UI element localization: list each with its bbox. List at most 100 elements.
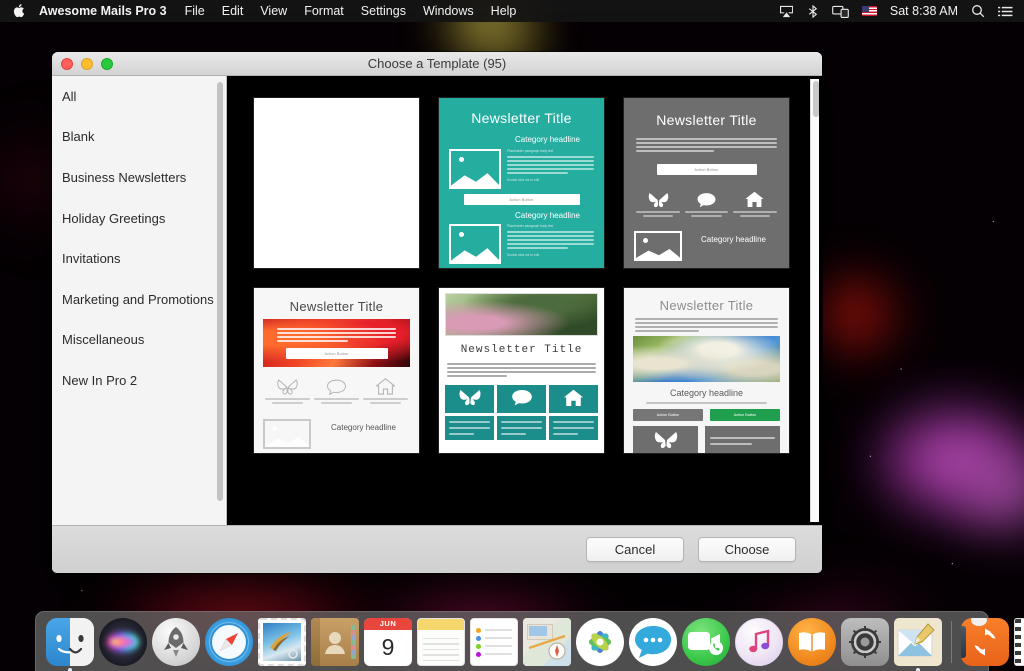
sidebar-item-holiday-greetings[interactable]: Holiday Greetings (52, 198, 226, 239)
dock-item-maps[interactable] (522, 617, 572, 667)
red-petals-banner-image: Action Button (263, 319, 410, 367)
running-indicator (68, 668, 72, 671)
dock-item-itunes[interactable] (734, 617, 784, 667)
dock-item-reminders[interactable] (469, 617, 519, 667)
sidebar-item-business-newsletters[interactable]: Business Newsletters (52, 157, 226, 198)
sidebar-item-label: Business Newsletters (62, 170, 186, 185)
airplay-icon[interactable] (779, 5, 794, 18)
sidebar-item-new-in-pro-2[interactable]: New In Pro 2 (52, 360, 226, 401)
dock-separator (951, 621, 952, 663)
displays-icon[interactable] (832, 5, 849, 18)
template-grid-scrollbar[interactable] (810, 79, 819, 522)
template-card-blank[interactable] (254, 98, 419, 268)
action-button-row: Action Button Action Button (633, 409, 780, 421)
dock-item-siri[interactable] (98, 617, 148, 667)
speech-bubble-icon (511, 389, 533, 406)
dock-item-quicktime-document[interactable] (1013, 617, 1024, 667)
butterfly-icon (648, 192, 669, 208)
menu-item-settings[interactable]: Settings (361, 4, 406, 18)
image-placeholder-icon-2 (449, 224, 501, 264)
icon-column-3 (733, 191, 777, 219)
choose-button[interactable]: Choose (698, 537, 796, 562)
icon-box-butterfly (633, 426, 698, 453)
house-icon (563, 389, 584, 407)
dialog-title: Choose a Template (95) (52, 56, 822, 71)
dialog-footer: Cancel Choose (52, 525, 822, 573)
menu-item-help[interactable]: Help (491, 4, 517, 18)
icon-column-3 (363, 378, 407, 406)
butterfly-icon (653, 431, 679, 449)
dock-item-launchpad[interactable] (151, 617, 201, 667)
template-card-teal-newsletter[interactable]: Newsletter Title Category headline Place… (439, 98, 604, 268)
menu-app-name[interactable]: Awesome Mails Pro 3 (39, 4, 167, 18)
sidebar-item-all[interactable]: All (52, 76, 226, 117)
dock-item-facetime[interactable] (681, 617, 731, 667)
text-box-1 (705, 426, 780, 453)
menu-item-edit[interactable]: Edit (222, 4, 244, 18)
speech-bubble-icon (697, 192, 716, 208)
sidebar-item-label: Blank (62, 129, 95, 144)
dock-item-safari[interactable] (204, 617, 254, 667)
template-card-leaf-photo-newsletter[interactable]: Newsletter Title (439, 288, 604, 453)
template-card-gray-newsletter[interactable]: Newsletter Title Action Button (624, 98, 789, 268)
template-grid: Newsletter Title Category headline Place… (227, 76, 822, 453)
running-indicator (916, 668, 920, 671)
dock-item-photos[interactable] (575, 617, 625, 667)
search-icon[interactable] (971, 4, 985, 18)
text-box-1 (445, 416, 494, 440)
template-subhead-2: Placeholder paragraph body text (507, 224, 594, 228)
sidebar-item-invitations[interactable]: Invitations (52, 238, 226, 279)
template-subhead: Placeholder paragraph body text (507, 149, 594, 153)
template-title: Newsletter Title (633, 298, 780, 313)
dock-item-ibooks[interactable] (787, 617, 837, 667)
menu-item-view[interactable]: View (260, 4, 287, 18)
template-headline: Category headline (501, 135, 594, 144)
template-title: Newsletter Title (634, 112, 779, 128)
menu-item-format[interactable]: Format (304, 4, 344, 18)
action-button-placeholder: Action Button (286, 348, 388, 359)
dock-item-messages[interactable] (628, 617, 678, 667)
template-title: Newsletter Title (445, 344, 598, 356)
icon-column-2 (314, 379, 358, 406)
bottom-box-row (633, 426, 780, 453)
sidebar-item-label: Holiday Greetings (62, 211, 165, 226)
butterfly-icon (458, 389, 482, 406)
dock-item-contacts[interactable] (310, 617, 360, 667)
calendar-day-label: 9 (364, 630, 412, 666)
notification-center-icon[interactable] (998, 5, 1013, 18)
sidebar-item-blank[interactable]: Blank (52, 117, 226, 158)
sidebar-scrollbar-thumb[interactable] (217, 82, 223, 501)
sidebar-item-miscellaneous[interactable]: Miscellaneous (52, 320, 226, 361)
choose-template-dialog: Choose a Template (95) All Blank Busines… (52, 52, 822, 573)
sidebar-scrollbar[interactable] (216, 78, 224, 523)
template-preview-blossom: Newsletter Title Category headline Actio… (624, 288, 789, 453)
template-title: Newsletter Title (449, 110, 594, 126)
dock-item-notes[interactable] (416, 617, 466, 667)
template-card-red-gradient-newsletter[interactable]: Newsletter Title Action Button (254, 288, 419, 453)
apple-icon[interactable] (12, 4, 25, 19)
template-grid-scrollbar-thumb[interactable] (813, 81, 819, 117)
dock-item-finder[interactable] (45, 617, 95, 667)
bluetooth-icon[interactable] (807, 5, 819, 18)
icon-column-2 (685, 192, 729, 219)
menu-bar-clock[interactable]: Sat 8:38 AM (890, 4, 958, 18)
template-preview-teal: Newsletter Title Category headline Place… (439, 98, 604, 268)
icon-box-house (549, 385, 598, 413)
dock-item-awesome-mails-pro[interactable] (893, 617, 943, 667)
dialog-title-bar[interactable]: Choose a Template (95) (52, 52, 822, 76)
action-button-2: Action Button (710, 409, 780, 421)
menu-item-file[interactable]: File (185, 4, 205, 18)
image-placeholder-icon (449, 149, 501, 189)
dock-item-calendar[interactable]: JUN 9 (363, 617, 413, 667)
template-title: Newsletter Title (263, 299, 410, 314)
us-flag-icon[interactable] (862, 6, 877, 16)
dock-item-mail[interactable] (257, 617, 307, 667)
sidebar-item-marketing-and-promotions[interactable]: Marketing and Promotions (52, 279, 226, 320)
dock-item-sync-utility[interactable] (960, 617, 1010, 667)
menu-item-windows[interactable]: Windows (423, 4, 474, 18)
menu-bar-status-area: Sat 8:38 AM (779, 4, 1024, 18)
dock-item-system-preferences[interactable] (840, 617, 890, 667)
sidebar-item-label: Marketing and Promotions (62, 292, 214, 307)
template-card-blossom-newsletter[interactable]: Newsletter Title Category headline Actio… (624, 288, 789, 453)
cancel-button[interactable]: Cancel (586, 537, 684, 562)
